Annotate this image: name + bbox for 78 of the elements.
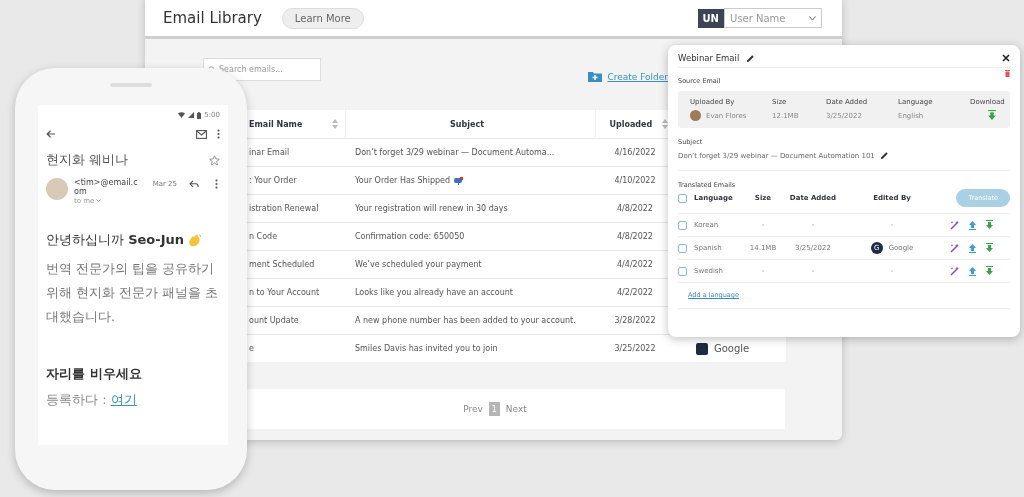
table-cell: ount Update — [249, 316, 299, 325]
close-icon[interactable] — [1002, 54, 1010, 62]
back-arrow-icon[interactable] — [46, 130, 55, 138]
prev-link[interactable]: Prev — [463, 404, 483, 414]
table-cell: We’ve scheduled your payment — [355, 260, 482, 269]
email-heading: 자리를 비우세요 — [46, 365, 143, 384]
table-cell: 4/4/2022 — [617, 260, 653, 269]
avatar — [46, 178, 68, 200]
email-title: 현지화 웨비나 — [46, 151, 129, 169]
table-cell: 4/2/2022 — [617, 288, 653, 297]
table-cell: Your Order Has Shipped — [355, 176, 451, 185]
magic-wand-icon[interactable] — [950, 220, 960, 230]
greeting: 안녕하십니까 Seo-Jun — [46, 231, 184, 250]
download-icon[interactable] — [985, 243, 994, 253]
pencil-icon[interactable] — [746, 53, 756, 63]
download-icon[interactable] — [986, 110, 997, 121]
register-link[interactable]: 여기 — [110, 392, 137, 408]
column-header: Uploaded — [609, 119, 653, 129]
upload-icon[interactable] — [968, 266, 977, 276]
table-cell: 4/16/2022 — [614, 148, 656, 157]
table-cell: 4/10/2022 — [614, 176, 656, 185]
more-icon[interactable] — [215, 179, 218, 189]
table-cell: A new phone number has been added to your account. — [355, 316, 576, 325]
window-title: Email Library — [163, 9, 262, 27]
table-cell: inar Email — [249, 148, 290, 157]
editor-avatar-icon — [696, 342, 708, 355]
next-link[interactable]: Next — [505, 404, 527, 414]
download-icon[interactable] — [985, 266, 994, 276]
table-cell: 3/25/2022 — [614, 344, 656, 353]
sender-address: <tim>@email.com — [74, 178, 138, 197]
column-header: Subject — [450, 119, 484, 129]
table-cell: Don’t forget 3/29 webinar — Document Automa... — [355, 148, 555, 157]
user-initials-badge: UN — [697, 8, 724, 28]
table-cell: istration Renewal — [249, 204, 319, 213]
chevron-down-icon[interactable] — [96, 199, 102, 203]
sort-icon[interactable] — [331, 118, 338, 130]
table-cell: 3/28/2022 — [614, 316, 656, 325]
row-checkbox[interactable] — [678, 243, 687, 253]
reply-icon[interactable] — [189, 180, 199, 188]
table-cell: : Your Order — [249, 176, 297, 185]
column-header: Email Name — [249, 119, 303, 129]
table-cell: Smiles Davis has invited you to join — [355, 344, 498, 353]
table-cell: 4/8/2022 — [617, 204, 653, 213]
pencil-icon[interactable] — [879, 151, 889, 160]
table-cell: n Code — [249, 232, 278, 241]
select-all-checkbox[interactable] — [678, 193, 687, 203]
table-cell: n to Your Account — [249, 288, 320, 297]
avatar — [690, 110, 701, 121]
magic-wand-icon[interactable] — [950, 266, 960, 276]
register-text: 등록하다 : 여기 — [46, 391, 138, 410]
wifi-icon — [178, 112, 186, 118]
more-icon[interactable] — [217, 129, 220, 139]
email-body-text: 번역 전문가의 팁을 공유하기 위해 현지화 전문가 패널을 초대했습니다. — [46, 260, 219, 327]
table-cell: Your registration will renew in 30 days — [355, 204, 508, 213]
trash-icon[interactable] — [1005, 70, 1010, 77]
upload-icon[interactable] — [968, 220, 977, 230]
mail-icon[interactable] — [196, 129, 207, 139]
folder-plus-icon[interactable] — [588, 71, 603, 82]
star-icon[interactable] — [209, 154, 220, 166]
create-folder-link[interactable]: Create Folder — [607, 71, 668, 82]
user-select[interactable]: User Name — [724, 8, 822, 28]
table-cell: Google — [714, 343, 750, 354]
row-checkbox[interactable] — [678, 266, 687, 276]
table-cell: e — [249, 344, 254, 353]
upload-icon[interactable] — [968, 243, 977, 253]
row-checkbox[interactable] — [678, 220, 687, 230]
chevron-down-icon — [809, 15, 816, 21]
panel-title: Webinar Email — [678, 53, 740, 63]
signal-icon — [188, 112, 195, 118]
table-cell: Confirmation code: 650050 — [355, 232, 465, 241]
table-cell: Looks like you already have an account — [355, 288, 513, 297]
page-button[interactable]: 1 — [488, 402, 500, 416]
table-cell: ment Scheduled — [249, 260, 315, 269]
magic-wand-icon[interactable] — [950, 243, 960, 253]
table-cell: 4/8/2022 — [617, 232, 653, 241]
learn-more-button[interactable]: Learn More — [281, 7, 364, 29]
download-icon[interactable] — [985, 220, 994, 230]
battery-icon — [197, 111, 202, 119]
